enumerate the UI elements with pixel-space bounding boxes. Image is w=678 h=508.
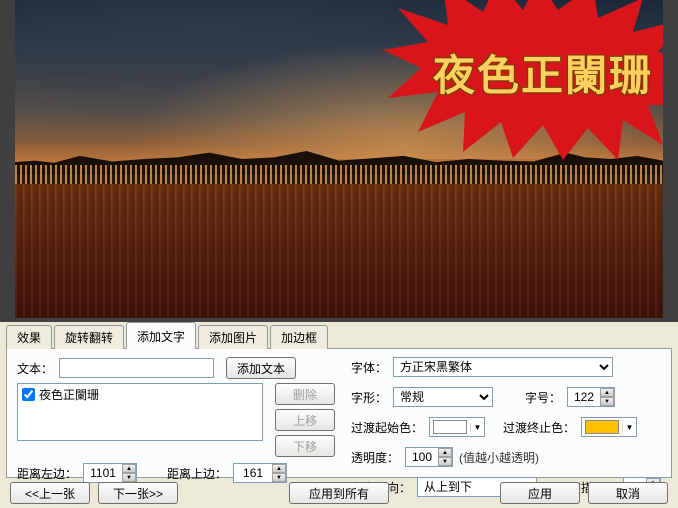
grad-end-color[interactable]: ▼ [581, 417, 637, 437]
chevron-down-icon[interactable]: ▼ [470, 423, 484, 432]
spin-up-icon[interactable]: ▲ [438, 448, 452, 457]
text-input[interactable] [59, 358, 214, 378]
text-list[interactable]: 夜色正闌珊 [17, 383, 263, 441]
opacity-label: 透明度： [351, 449, 399, 466]
dist-top-input[interactable] [234, 464, 272, 482]
moveup-button[interactable]: 上移 [275, 409, 335, 431]
spin-down-icon[interactable]: ▼ [600, 397, 614, 406]
tab-addtext[interactable]: 添加文字 [126, 322, 196, 349]
spin-down-icon[interactable]: ▼ [122, 473, 136, 482]
overlay-text[interactable]: 夜色正闌珊 [433, 42, 653, 103]
dist-left-label: 距离左边： [17, 465, 77, 482]
spin-up-icon[interactable]: ▲ [600, 388, 614, 397]
grad-start-label: 过渡起始色： [351, 419, 423, 436]
list-item-label: 夜色正闌珊 [39, 386, 99, 403]
cancel-button[interactable]: 取消 [588, 482, 668, 504]
opacity-spinner[interactable]: ▲▼ [405, 447, 453, 467]
font-label: 字体： [351, 359, 387, 376]
tabs-row: 效果 旋转翻转 添加文字 添加图片 加边框 [0, 322, 678, 348]
spin-up-icon[interactable]: ▲ [122, 464, 136, 473]
grad-end-label: 过渡终止色： [503, 419, 575, 436]
size-label: 字号： [525, 389, 561, 406]
dist-top-label: 距离上边： [167, 465, 227, 482]
dist-left-input[interactable] [84, 464, 122, 482]
image-canvas: 夜色正闌珊 [15, 0, 663, 318]
dist-top-spinner[interactable]: ▲▼ [233, 463, 287, 483]
movedown-button[interactable]: 下移 [275, 435, 335, 457]
style-label: 字形： [351, 389, 387, 406]
bottom-bar: <<上一张 下一张>> 应用到所有 应用 取消 [0, 478, 678, 508]
opacity-hint: (值越小越透明) [459, 449, 539, 466]
prev-button[interactable]: <<上一张 [10, 482, 90, 504]
settings-panel: 文本： 添加文本 夜色正闌珊 删除 上移 下移 距离左边： [6, 348, 672, 478]
list-item[interactable]: 夜色正闌珊 [18, 384, 262, 405]
text-label: 文本： [17, 360, 53, 377]
grad-start-color[interactable]: ▼ [429, 417, 485, 437]
next-button[interactable]: 下一张>> [98, 482, 178, 504]
spin-up-icon[interactable]: ▲ [272, 464, 286, 473]
dist-left-spinner[interactable]: ▲▼ [83, 463, 137, 483]
apply-button[interactable]: 应用 [500, 482, 580, 504]
tab-addborder[interactable]: 加边框 [270, 325, 328, 349]
chevron-down-icon[interactable]: ▼ [622, 423, 636, 432]
tab-addimage[interactable]: 添加图片 [198, 325, 268, 349]
spin-down-icon[interactable]: ▼ [272, 473, 286, 482]
spin-down-icon[interactable]: ▼ [438, 457, 452, 466]
opacity-input[interactable] [406, 448, 438, 466]
tab-effect[interactable]: 效果 [6, 325, 52, 349]
size-input[interactable] [568, 388, 600, 406]
tab-rotate[interactable]: 旋转翻转 [54, 325, 124, 349]
delete-button[interactable]: 删除 [275, 383, 335, 405]
font-select[interactable]: 方正宋黑繁体 [393, 357, 613, 377]
list-item-checkbox[interactable] [22, 388, 35, 401]
apply-all-button[interactable]: 应用到所有 [289, 482, 389, 504]
preview-area: 夜色正闌珊 [0, 0, 678, 322]
style-select[interactable]: 常规 [393, 387, 493, 407]
size-spinner[interactable]: ▲▼ [567, 387, 615, 407]
add-text-button[interactable]: 添加文本 [226, 357, 296, 379]
